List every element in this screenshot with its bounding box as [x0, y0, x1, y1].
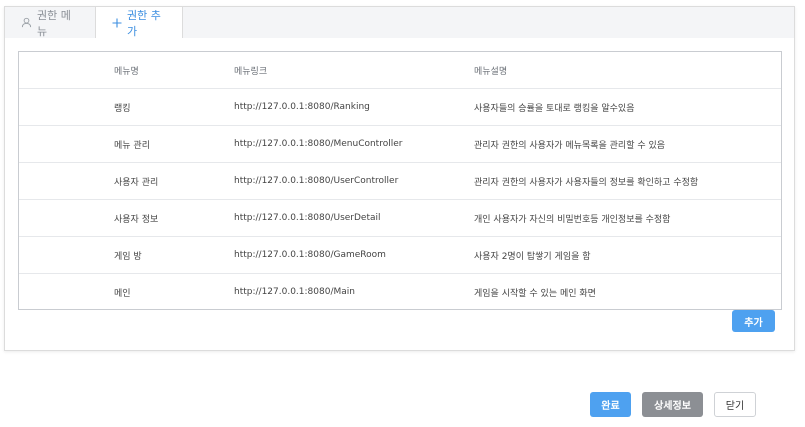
tab-auth-menu-label: 권한 메뉴 [37, 8, 71, 38]
detail-button[interactable]: 상세정보 [642, 392, 703, 417]
tab-add-auth-label: 권한 추가 [127, 9, 161, 38]
tab-bar: 권한 메뉴 권한 추가 [5, 7, 794, 39]
header-menu-desc: 메뉴설명 [474, 52, 781, 89]
cell-menu-link: http://127.0.0.1:8080/UserDetail [234, 199, 474, 237]
cell-menu-name: 메뉴 관리 [19, 125, 234, 163]
table-header-row: 메뉴명 메뉴링크 메뉴설명 [19, 52, 781, 89]
cell-menu-link: http://127.0.0.1:8080/MenuController [234, 125, 474, 163]
cell-menu-name: 랭킹 [19, 88, 234, 126]
auth-panel: 권한 메뉴 권한 추가 메뉴명 메뉴링크 메뉴설명 랭킹 http://127.… [4, 6, 795, 351]
cell-menu-link: http://127.0.0.1:8080/Ranking [234, 88, 474, 126]
cell-menu-name: 사용자 정보 [19, 199, 234, 237]
table-row[interactable]: 게임 방 http://127.0.0.1:8080/GameRoom 사용자 … [19, 236, 781, 274]
header-menu-link: 메뉴링크 [234, 52, 474, 89]
cell-menu-link: http://127.0.0.1:8080/Main [234, 287, 355, 297]
tab-auth-menu[interactable]: 권한 메뉴 [5, 7, 95, 38]
menu-table-container[interactable]: 메뉴명 메뉴링크 메뉴설명 랭킹 http://127.0.0.1:8080/R… [18, 51, 782, 310]
table-row[interactable]: 메인 http://127.0.0.1:8080/Main 게임을 시작할 수 … [19, 274, 781, 310]
cell-menu-name: 메인 [114, 288, 131, 299]
tab-add-auth[interactable]: 권한 추가 [95, 7, 183, 39]
menu-table: 메뉴명 메뉴링크 메뉴설명 랭킹 http://127.0.0.1:8080/R… [19, 52, 781, 310]
cell-menu-desc: 관리자 권한의 사용자가 사용자들의 정보를 확인하고 수정함 [474, 162, 781, 200]
header-menu-name: 메뉴명 [19, 52, 234, 89]
cell-menu-link: http://127.0.0.1:8080/GameRoom [234, 236, 474, 274]
done-button[interactable]: 완료 [590, 392, 631, 417]
table-row[interactable]: 사용자 정보 http://127.0.0.1:8080/UserDetail … [19, 199, 781, 237]
cell-menu-desc: 사용자들의 승률을 토대로 랭킹을 알수있음 [474, 88, 781, 126]
table-row[interactable]: 메뉴 관리 http://127.0.0.1:8080/MenuControll… [19, 125, 781, 163]
cell-menu-desc: 게임을 시작할 수 있는 메인 화면 [474, 288, 596, 299]
close-button[interactable]: 닫기 [714, 392, 756, 417]
cell-menu-name: 사용자 관리 [19, 162, 234, 200]
cell-menu-desc: 사용자 2명이 탑쌓기 게임을 함 [474, 236, 781, 274]
cell-menu-desc: 관리자 권한의 사용자가 메뉴목록을 관리할 수 있음 [474, 125, 781, 163]
user-icon [21, 17, 32, 28]
add-button[interactable]: 추가 [732, 310, 775, 332]
cell-menu-link: http://127.0.0.1:8080/UserController [234, 162, 474, 200]
cell-menu-desc: 개인 사용자가 자신의 비밀번호등 개인정보를 수정함 [474, 199, 781, 237]
cell-menu-name: 게임 방 [19, 236, 234, 274]
tab-content: 메뉴명 메뉴링크 메뉴설명 랭킹 http://127.0.0.1:8080/R… [5, 38, 794, 350]
plus-icon [112, 18, 122, 28]
table-row[interactable]: 랭킹 http://127.0.0.1:8080/Ranking 사용자들의 승… [19, 88, 781, 126]
table-row[interactable]: 사용자 관리 http://127.0.0.1:8080/UserControl… [19, 162, 781, 200]
